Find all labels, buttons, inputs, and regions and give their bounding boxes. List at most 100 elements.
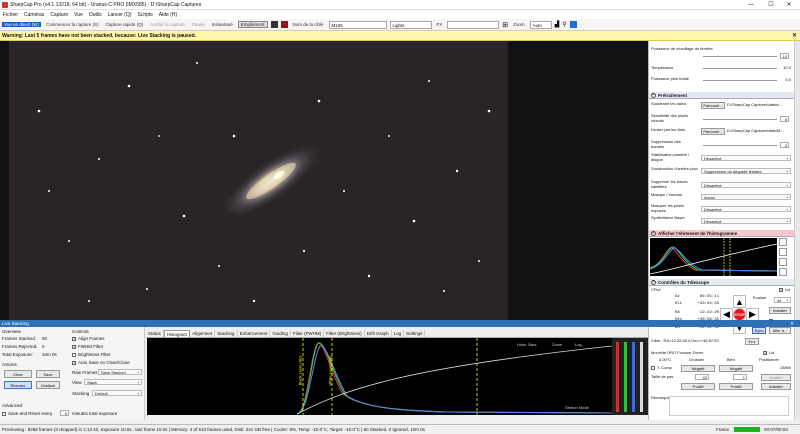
stretch-histogram[interactable] <box>649 238 778 276</box>
zoom-select[interactable]: Auto <box>529 20 552 29</box>
view-select[interactable]: Stack <box>84 379 142 385</box>
chart-icon[interactable]: ▟ <box>555 21 560 28</box>
save-reset-minutes-input[interactable]: 5 <box>60 410 69 416</box>
crosshair-icon[interactable]: ⊞ <box>502 21 508 29</box>
autosave-row[interactable]: ✓ Auto Save on Clear/Close <box>72 360 130 365</box>
fwhm-checkbox[interactable]: ✓ <box>72 344 76 349</box>
stacked-image[interactable] <box>9 41 508 320</box>
panel-close-icon[interactable]: ✕ <box>790 320 794 327</box>
target-select[interactable]: M106 <box>328 20 387 29</box>
red-slider[interactable] <box>616 342 619 412</box>
brightness-row[interactable]: Brightness Filter <box>72 352 111 357</box>
menu-scripts[interactable]: Scripts <box>138 12 153 18</box>
color-balance-sliders[interactable] <box>612 338 648 415</box>
env-button[interactable]: Env <box>745 338 759 345</box>
green-slider[interactable] <box>624 342 627 412</box>
quick-capture-button[interactable]: Capture rapide (Q) <box>104 22 146 27</box>
focuser-install-button[interactable]: Installer <box>761 383 791 390</box>
unstack-button[interactable]: Unstack <box>36 381 60 389</box>
flat-browse-button[interactable]: Parcourir... <box>701 128 725 135</box>
fwhm-row[interactable]: ✓ FWHM Filter <box>72 344 103 349</box>
temperature-slider[interactable] <box>703 68 777 69</box>
align-frames-checkbox[interactable]: ✓ <box>72 336 76 341</box>
stack-histogram[interactable]: Black Level (SE) White Level (SE) Histo.… <box>147 338 612 415</box>
frame-type-select[interactable]: Lights <box>389 20 432 29</box>
tab-histogram[interactable]: Histogram <box>163 330 191 337</box>
resume-button[interactable]: Resume <box>4 381 32 389</box>
tcomp-checkbox[interactable] <box>651 366 655 370</box>
save-reset-checkbox[interactable] <box>2 411 6 416</box>
save-reset-row[interactable]: Save and Reset every <box>2 411 52 416</box>
tab-enhancement[interactable]: Enhancement <box>238 330 271 337</box>
menu-tools[interactable]: Outils <box>89 12 102 18</box>
collapse-icon[interactable]: ^ <box>651 93 656 98</box>
rate-select[interactable]: 4x <box>774 297 791 303</box>
histogram-header[interactable]: ^ Afficher l'étirement de l'histogramme <box>649 230 794 237</box>
brightness-checkbox[interactable] <box>72 352 76 357</box>
menu-file[interactable]: Fichier <box>3 12 18 18</box>
pause-button[interactable]: Pause <box>190 22 207 27</box>
heater-slider[interactable] <box>703 56 777 57</box>
live-view-button[interactable]: Vue en direct (W) <box>2 22 41 27</box>
gear-icon[interactable] <box>270 21 278 28</box>
align-frames-row[interactable]: ✓ Align Frames <box>72 336 105 341</box>
tab-settings[interactable]: Settings <box>404 330 426 337</box>
coarse-positive-button[interactable]: Positif <box>681 383 715 390</box>
menu-launch[interactable]: Lancer (Q) <box>108 12 132 18</box>
banding-value[interactable]: 0 <box>780 142 789 148</box>
eyedropper-icon[interactable] <box>569 21 577 28</box>
tcomp-row[interactable]: T. Comp <box>651 365 681 371</box>
tab-guiding[interactable]: Guiding <box>270 330 291 337</box>
fine-negative-button[interactable]: Négatif <box>719 365 753 372</box>
start-capture-button[interactable]: Commencer la capture (S) <box>44 22 101 27</box>
coarse-step-input[interactable]: 40 <box>695 374 709 380</box>
menu-cameras[interactable]: Caméras <box>24 12 44 18</box>
telescope-link-checkbox[interactable]: ✓ <box>779 288 783 292</box>
background-select[interactable]: Suppression du dégradé linéaire <box>701 168 791 174</box>
snapshot-button[interactable]: Instantané <box>210 22 235 27</box>
collapse-icon[interactable]: ^ <box>651 280 656 285</box>
hist-options-label[interactable]: Histo. Bars <box>517 342 537 347</box>
goto-button[interactable]: Aller à... <box>769 327 791 334</box>
stabilization-select[interactable]: Désactivé <box>701 155 791 161</box>
menu-help[interactable]: Aide (H) <box>159 12 177 18</box>
fine-positive-button[interactable]: Positif <box>719 383 753 390</box>
raw-frames-select[interactable]: Save Stacked <box>98 369 142 375</box>
focuser-stop-button[interactable]: Arrêter <box>761 374 791 381</box>
notes-textarea[interactable] <box>669 396 789 416</box>
stop-capture-button[interactable]: Arrêter la capture <box>148 22 187 27</box>
telescope-link[interactable]: ✓ Lié <box>779 287 793 293</box>
histogram-auto-icon[interactable] <box>779 248 787 256</box>
hot-pixel-value[interactable]: 5 <box>780 116 789 122</box>
hot-pixel-slider[interactable] <box>703 119 777 120</box>
tab-filter-brightness[interactable]: Filter (Brightness) <box>324 330 365 337</box>
warning-close-button[interactable]: ✕ <box>792 31 797 41</box>
menu-capture[interactable]: Capture <box>50 12 68 18</box>
tab-status[interactable]: Status <box>146 330 164 337</box>
stacking-select[interactable]: Default <box>92 390 142 396</box>
autosave-checkbox[interactable]: ✓ <box>72 360 76 365</box>
histogram-reset-icon[interactable] <box>779 238 787 246</box>
maximize-button[interactable]: ☐ <box>762 0 780 10</box>
right-panel-scrollbar[interactable] <box>794 41 800 420</box>
stacking-button[interactable]: Empilement <box>237 21 268 28</box>
fx-select[interactable] <box>447 20 500 29</box>
record-icon[interactable] <box>280 21 288 28</box>
clear-button[interactable]: Clear <box>4 370 32 378</box>
tab-filter-fwhm[interactable]: Filter (FWHM) <box>291 330 325 337</box>
mask-select[interactable]: Aucun <box>701 194 791 200</box>
close-button[interactable]: ✕ <box>780 0 798 10</box>
sync-button[interactable]: Sync <box>752 327 766 334</box>
banding-slider[interactable] <box>703 145 777 146</box>
tab-alignment[interactable]: Alignment <box>190 330 216 337</box>
collapse-icon[interactable]: ^ <box>651 231 656 236</box>
hist-log-label[interactable]: Log <box>575 342 582 347</box>
menu-view[interactable]: Vue <box>74 12 83 18</box>
dark-browse-button[interactable]: Parcourir... <box>701 102 725 109</box>
exposed-select[interactable]: Désactivé <box>701 206 791 212</box>
focuser-link-checkbox[interactable]: ✓ <box>763 351 767 355</box>
telescope-install-button[interactable]: Installer <box>769 307 791 314</box>
tab-stacking[interactable]: Stacking <box>215 330 238 337</box>
histogram-up-icon[interactable] <box>779 258 787 266</box>
focuser-link[interactable]: ✓ Lié <box>763 350 793 356</box>
